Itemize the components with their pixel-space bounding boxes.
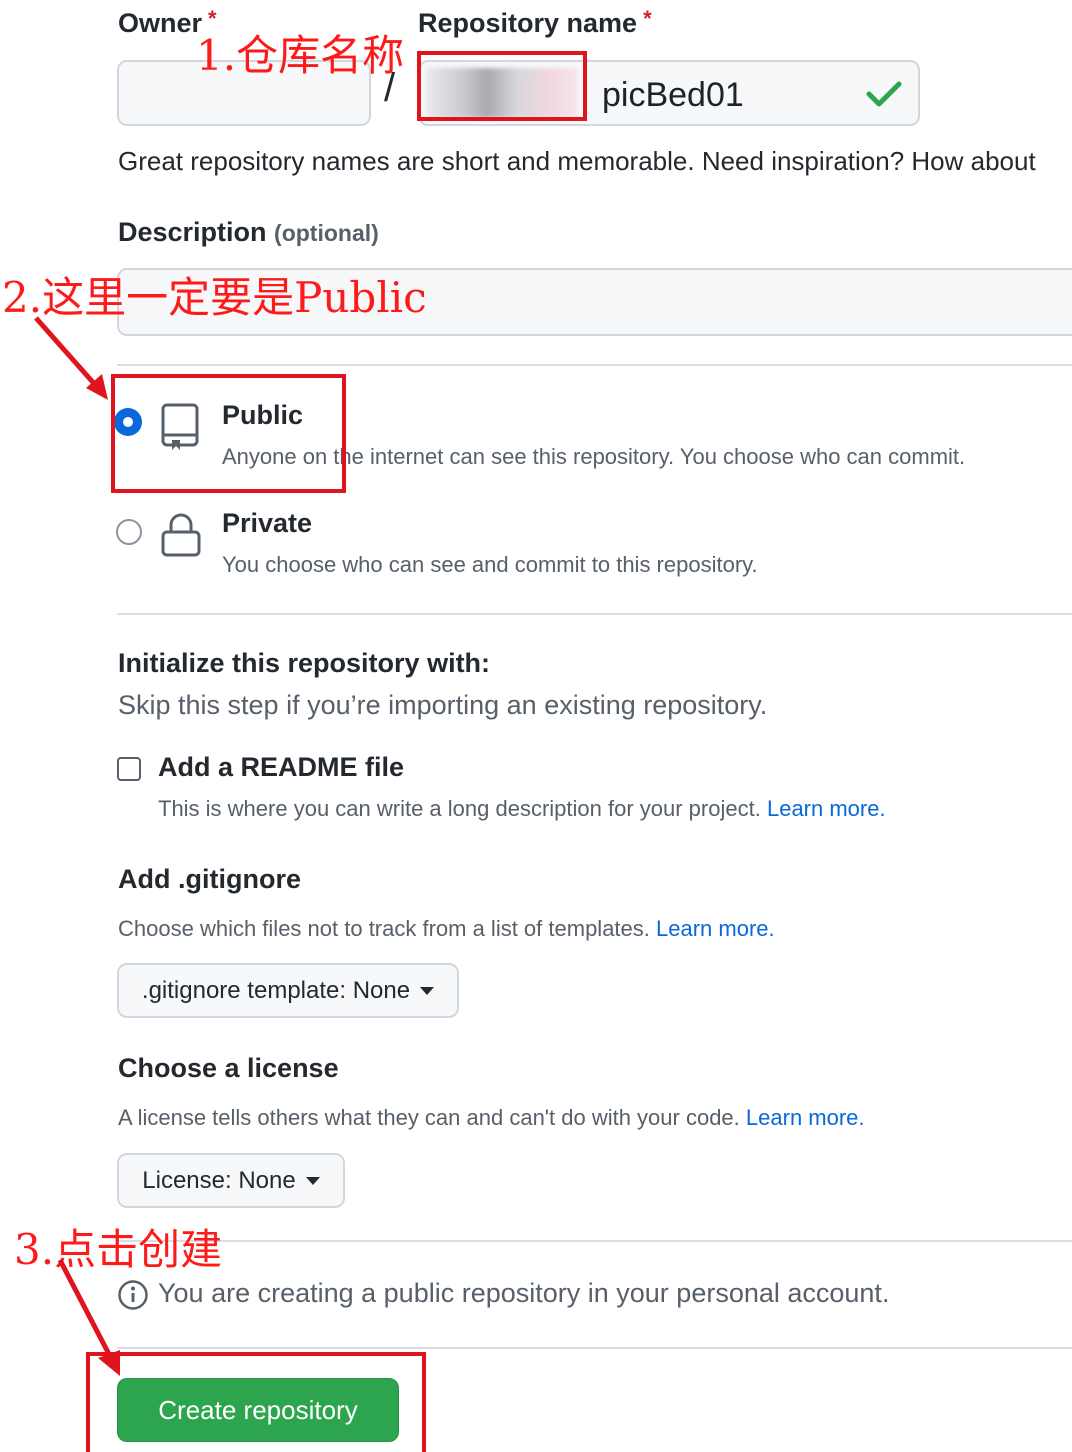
initialize-subtitle: Skip this step if you’re importing an ex… xyxy=(118,690,768,720)
repo-name-hint: Great repository names are short and mem… xyxy=(118,146,1036,176)
annotation-arrow-public xyxy=(34,316,108,400)
readme-label: Add a README file xyxy=(158,752,405,782)
repo-name-label-text: Repository name xyxy=(418,8,638,38)
gitignore-description-text: Choose which files not to track from a l… xyxy=(118,916,650,941)
caret-down-icon xyxy=(305,1176,320,1185)
caret-down-icon xyxy=(420,986,435,995)
readme-checkbox[interactable] xyxy=(117,757,141,781)
license-description-text: A license tells others what they can and… xyxy=(118,1105,740,1130)
divider-top xyxy=(117,364,1072,366)
annotation-box-public xyxy=(111,374,346,493)
description-label-text: Description xyxy=(118,217,267,247)
info-text: You are creating a public repository in … xyxy=(158,1278,890,1308)
repo-name-label: Repository name * xyxy=(418,6,652,39)
gitignore-learn-more-link[interactable]: Learn more. xyxy=(656,916,775,941)
gitignore-title: Add .gitignore xyxy=(118,864,301,894)
readme-description-text: This is where you can write a long descr… xyxy=(158,796,761,821)
private-radio[interactable] xyxy=(116,519,142,545)
owner-label-text: Owner xyxy=(118,8,203,38)
private-title: Private xyxy=(222,508,313,538)
license-select-label: License: None xyxy=(142,1166,296,1194)
divider-bottom xyxy=(117,1347,1072,1349)
license-description: A license tells others what they can and… xyxy=(118,1105,865,1131)
annotation-box-repo-name xyxy=(417,51,587,121)
initialize-title: Initialize this repository with: xyxy=(118,648,491,678)
gitignore-select-label: .gitignore template: None xyxy=(141,976,411,1004)
license-title: Choose a license xyxy=(118,1053,339,1083)
readme-learn-more-link[interactable]: Learn more. xyxy=(767,796,886,821)
annotation-box-create xyxy=(86,1352,426,1452)
lock-icon xyxy=(161,513,201,557)
divider-license xyxy=(117,1240,1072,1242)
gitignore-description: Choose which files not to track from a l… xyxy=(118,916,775,942)
license-select[interactable]: License: None xyxy=(117,1153,345,1208)
readme-description: This is where you can write a long descr… xyxy=(158,796,886,822)
repo-name-value: picBed01 xyxy=(602,76,744,114)
repo-name-required-mark: * xyxy=(643,6,652,31)
divider-mid xyxy=(117,613,1072,615)
check-icon xyxy=(866,81,902,107)
description-optional: (optional) xyxy=(274,220,379,246)
gitignore-select[interactable]: .gitignore template: None xyxy=(117,963,459,1018)
description-label: Description (optional) xyxy=(118,217,379,248)
private-description: You choose who can see and commit to thi… xyxy=(222,552,758,577)
annotation-1: 1.仓库名称 xyxy=(196,31,405,80)
license-learn-more-link[interactable]: Learn more. xyxy=(746,1105,865,1130)
